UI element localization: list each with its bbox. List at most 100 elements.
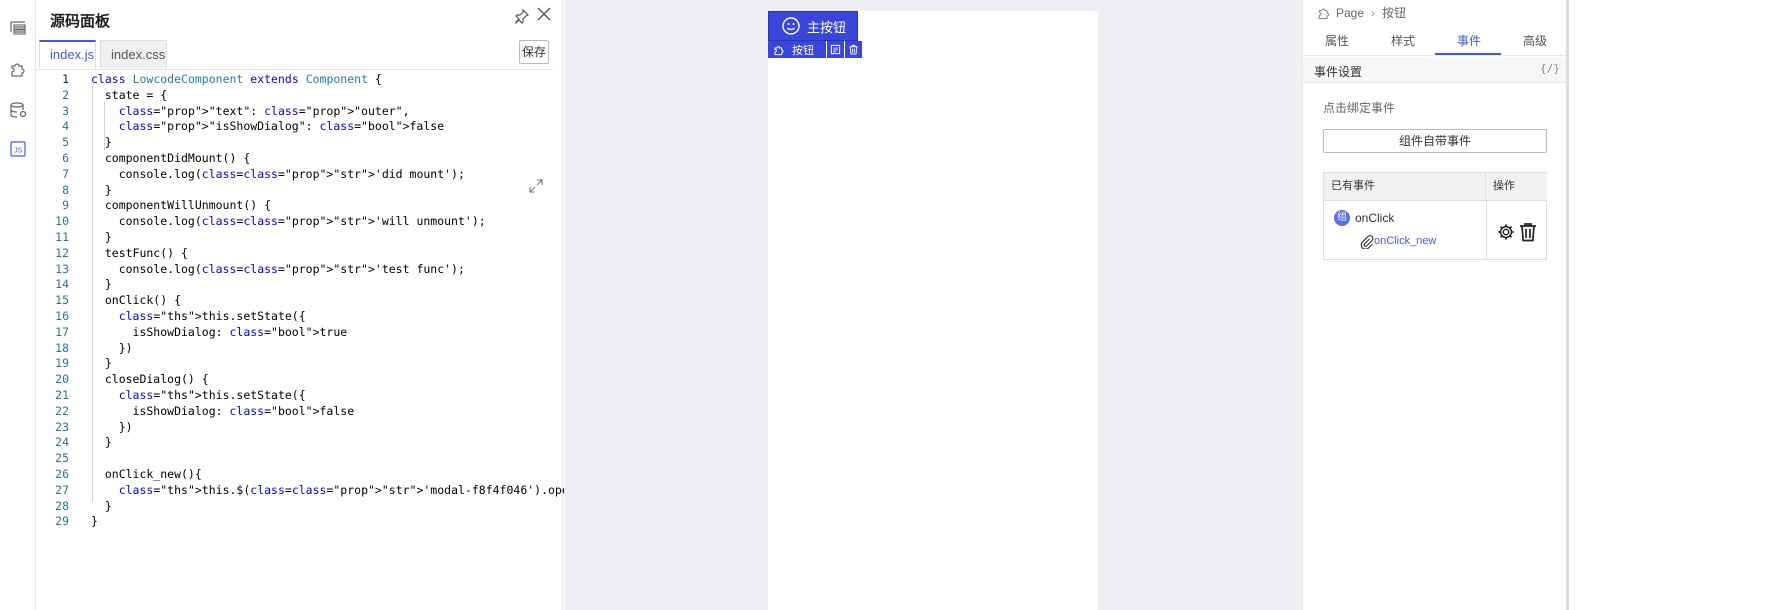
smile-icon (782, 17, 800, 35)
code-text: class="ths">this.setState({ (118, 309, 306, 323)
code-text: class="prop">"isShowDialog": class="bool… (118, 119, 445, 134)
primary-button[interactable]: 主按钮 (768, 11, 858, 41)
code-line: 22 isShowDialog: class="bool">false (36, 403, 553, 419)
line-number: 11 (55, 230, 69, 244)
code-line: 4 class="prop">"isShowDialog": class="bo… (36, 118, 553, 134)
code-line: 6 componentDidMount() { (36, 150, 553, 166)
code-text: } (91, 277, 112, 292)
trash-icon (849, 44, 858, 55)
code-line: 18 }) (36, 340, 553, 356)
code-line: 3 class="prop">"text": class="prop">"out… (36, 103, 553, 119)
code-line: 7 console.log(class=class="prop">"str">'… (36, 166, 553, 182)
source-panel: 源码面板 index.js index.css 保存 1 class Lowcod… (36, 0, 596, 610)
component-icon (774, 45, 784, 55)
panel-scrollbar[interactable] (1566, 0, 1569, 610)
line-number: 27 (55, 482, 69, 497)
settings-panel: Page › 按钮 属性 样式 事件 高级 事件设置 {/} 点击绑定事件 组件… (1302, 0, 1567, 610)
code-text: } (91, 498, 112, 513)
outline-icon[interactable] (6, 16, 30, 40)
breadcrumb: Page › 按钮 (1317, 4, 1406, 21)
tab-index-css[interactable]: index.css (100, 40, 167, 68)
breadcrumb-root[interactable]: Page (1336, 6, 1364, 20)
copy-button[interactable] (827, 41, 844, 58)
code-text: console.log(class=class="prop">"str">'di… (91, 166, 465, 181)
line-number: 28 (55, 498, 69, 513)
event-name: onClick (1355, 211, 1395, 225)
primary-button-label: 主按钮 (807, 19, 847, 35)
copy-icon (830, 44, 841, 55)
trash-icon[interactable] (1519, 222, 1537, 242)
left-rail: JS (0, 0, 36, 610)
code-text: componentWillUnmount() { (91, 198, 272, 213)
code-line: 17 isShowDialog: class="bool">true (36, 324, 553, 340)
tab-style[interactable]: 样式 (1391, 32, 1415, 49)
component-badge: 组 (1334, 210, 1350, 226)
component-events-button[interactable]: 组件自带事件 (1323, 129, 1547, 153)
code-editor[interactable]: 1 class LowcodeComponent extends Componen… (36, 69, 596, 610)
datasource-icon[interactable] (6, 98, 30, 122)
line-number: 8 (62, 182, 69, 197)
paperclip-icon (1360, 235, 1374, 250)
page-canvas[interactable] (768, 11, 1098, 610)
code-text: state = { (91, 87, 168, 102)
code-line: 14 } (36, 276, 553, 292)
code-line: 27 class="ths">this.$(class=class="prop"… (36, 482, 596, 498)
code-text: } (91, 230, 112, 244)
tab-properties[interactable]: 属性 (1325, 32, 1349, 49)
code-line: 10 console.log(class=class="prop">"str">… (36, 213, 553, 229)
code-line: 16 class="ths">this.setState({ (36, 308, 553, 324)
active-tab-indicator (1435, 53, 1501, 55)
line-number: 6 (62, 151, 69, 165)
line-number: 13 (55, 261, 69, 276)
code-text: console.log(class=class="prop">"str">'wi… (91, 214, 486, 229)
delete-button[interactable] (845, 41, 862, 58)
code-text: class LowcodeComponent extends Component… (91, 72, 382, 86)
code-line: 28 } (36, 498, 553, 514)
component-icon[interactable] (6, 57, 30, 81)
event-handler-link[interactable]: onClick_new (1374, 235, 1436, 247)
tab-advanced[interactable]: 高级 (1523, 32, 1547, 49)
line-number: 20 (55, 372, 69, 387)
selection-label-text: 按钮 (792, 44, 814, 57)
line-number: 17 (55, 324, 69, 339)
panel-title: 源码面板 (50, 13, 111, 30)
code-text: } (91, 356, 112, 371)
code-line: 20 closeDialog() { (36, 371, 553, 387)
line-number: 5 (62, 135, 69, 150)
code-line: 21 class="ths">this.setState({ (36, 387, 553, 403)
svg-text:JS: JS (14, 148, 23, 155)
code-line: 12 testFunc() { (36, 245, 553, 261)
line-number: 9 (62, 198, 69, 213)
line-number: 19 (55, 356, 69, 371)
design-canvas[interactable] (564, 0, 1302, 610)
code-text: } (91, 182, 112, 197)
code-line: 9 componentWillUnmount() { (36, 197, 553, 213)
code-text: class="ths">this.setState({ (118, 388, 306, 402)
tab-index-js[interactable]: index.js (39, 40, 96, 68)
code-text: } (91, 435, 112, 450)
chevron-right-icon: › (1371, 5, 1376, 20)
code-line: 5 } (36, 134, 553, 150)
selection-label[interactable]: 按钮 (768, 41, 826, 58)
breadcrumb-current[interactable]: 按钮 (1382, 4, 1406, 21)
column-divider (1486, 201, 1487, 260)
code-text: }) (91, 419, 133, 434)
code-text: componentDidMount() { (91, 151, 251, 165)
line-number: 4 (62, 119, 69, 134)
line-number: 12 (55, 245, 69, 260)
code-text: isShowDialog: class="bool">false (91, 403, 355, 418)
code-toggle-button[interactable]: {/} (1540, 62, 1560, 75)
tab-events[interactable]: 事件 (1457, 32, 1481, 49)
close-icon[interactable] (536, 6, 552, 22)
code-text: class="ths">this.$(class=class="prop">"s… (118, 482, 597, 497)
code-text: onClick_new(){ (91, 467, 202, 481)
line-number: 22 (55, 403, 69, 418)
gear-icon[interactable] (1497, 223, 1515, 241)
code-line: 15 onClick() { (36, 292, 553, 308)
line-number: 10 (55, 214, 69, 229)
save-button[interactable]: 保存 (519, 40, 549, 64)
js-icon[interactable]: JS (6, 137, 30, 161)
code-text: class="prop">"text": class="prop">"outer… (118, 103, 410, 118)
pin-icon[interactable] (514, 8, 530, 25)
code-line: 19 } (36, 355, 553, 371)
